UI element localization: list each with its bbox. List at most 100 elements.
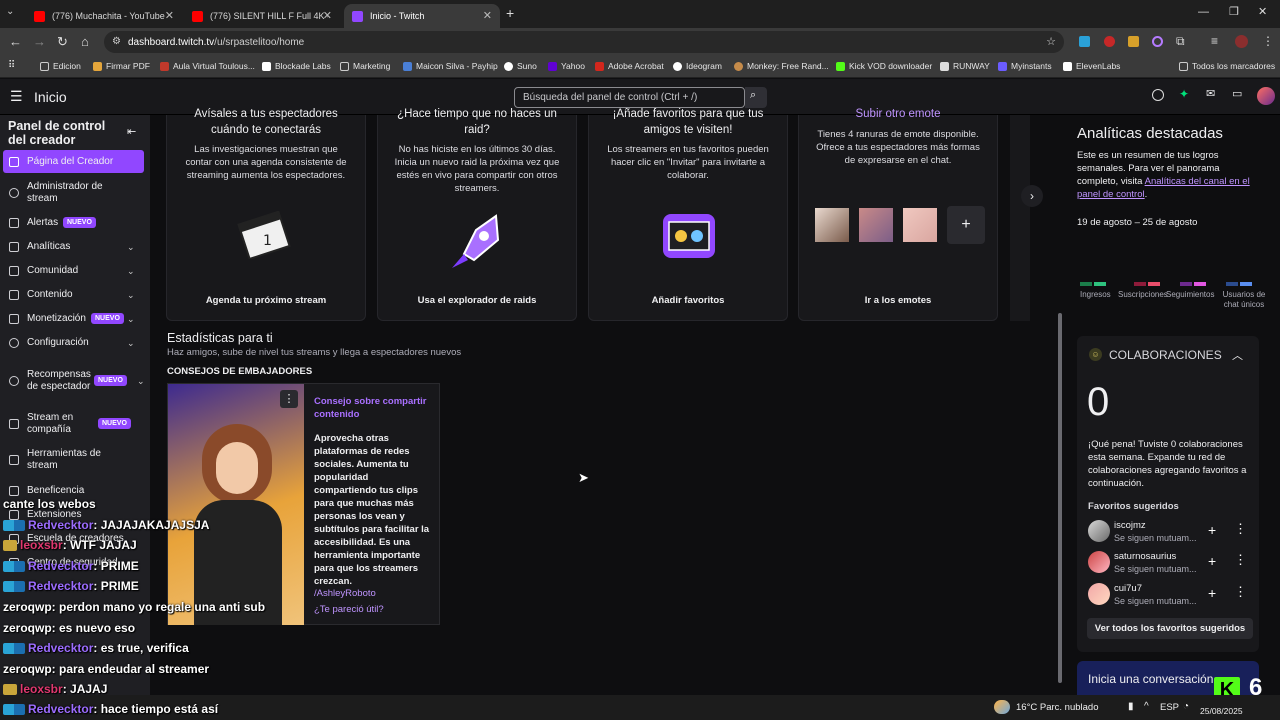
browser-tab-strip: ⌄ (776) Muchachita - YouTube ✕ (776) SIL… — [0, 0, 1280, 28]
sidebar-item-guest-star[interactable]: Stream en compañía NUEVO — [0, 411, 150, 437]
bookmark-item[interactable]: Ideogram — [673, 61, 722, 71]
see-all-suggested-button[interactable]: Ver todos los favoritos sugeridos — [1087, 618, 1253, 639]
site-info-icon[interactable]: ⚙ — [112, 36, 121, 47]
hamburger-icon[interactable]: ☰ — [10, 88, 23, 105]
tab-youtube-1[interactable]: (776) Muchachita - YouTube ✕ — [26, 4, 182, 28]
sparkle-icon[interactable]: ✦ — [1179, 87, 1189, 101]
suggested-favorite[interactable]: iscojmz Se siguen mutuam... + ⋮ — [1088, 520, 1258, 548]
reload-icon[interactable]: ↻ — [57, 34, 68, 50]
bookmark-item[interactable]: Aula Virtual Toulous... — [160, 61, 255, 71]
suggested-favorite[interactable]: cui7u7 Se siguen mutuam... + ⋮ — [1088, 583, 1258, 611]
suggested-favorite[interactable]: saturnosaurius Se siguen mutuam... + ⋮ — [1088, 551, 1258, 579]
chat-badge — [3, 519, 25, 531]
inbox-icon[interactable]: ✉ — [1206, 87, 1215, 100]
address-bar[interactable]: ⚙ dashboard.twitch.tv/u/srpastelitoo/hom… — [104, 31, 1064, 53]
chevron-up-icon[interactable]: ^ — [1144, 701, 1149, 712]
add-favorite-button[interactable]: + — [1208, 522, 1216, 538]
extension-icon[interactable] — [1152, 36, 1163, 47]
apps-icon[interactable]: ⠿ — [8, 60, 15, 71]
chat-badge — [3, 580, 25, 592]
tab-twitch[interactable]: Inicio - Twitch ✕ — [344, 4, 500, 28]
sidebar-item-settings[interactable]: Configuración ⌄ — [0, 336, 150, 350]
whisper-icon[interactable]: ▭ — [1232, 87, 1242, 100]
bookmark-item[interactable]: Firmar PDF — [93, 61, 150, 71]
tab-search-icon[interactable]: ⌄ — [6, 6, 14, 17]
add-favorites-button[interactable]: Añadir favoritos — [642, 290, 735, 311]
sidebar-item-monetization[interactable]: Monetización NUEVO ⌄ — [0, 312, 150, 326]
sidebar-item-analytics[interactable]: Analíticas ⌄ — [0, 240, 150, 254]
sidebar-item-content[interactable]: Contenido ⌄ — [0, 288, 150, 302]
schedule-button[interactable]: Agenda tu próximo stream — [196, 290, 336, 311]
bookmark-item[interactable]: RUNWAY — [940, 61, 990, 71]
close-icon[interactable]: ✕ — [483, 9, 492, 22]
extension-icon[interactable] — [1079, 36, 1090, 47]
menu-icon[interactable]: ⋮ — [1262, 34, 1274, 48]
sidebar-item-creator-page[interactable]: Página del Creador — [3, 150, 144, 173]
more-options-icon[interactable]: ⋮ — [280, 390, 298, 408]
language-indicator[interactable]: ESP — [1160, 702, 1179, 713]
extension-icon[interactable] — [1104, 36, 1115, 47]
more-options-icon[interactable]: ⋮ — [1234, 521, 1247, 537]
mic-icon[interactable]: ▮ — [1128, 701, 1134, 712]
more-options-icon[interactable]: ⋮ — [1234, 552, 1247, 568]
new-tab-button[interactable]: + — [506, 5, 514, 21]
sidebar-item-community[interactable]: Comunidad ⌄ — [0, 264, 150, 278]
taskbar-date[interactable]: 25/08/2025 — [1200, 706, 1243, 716]
sidebar-item-alerts[interactable]: Alertas NUEVO — [0, 216, 150, 230]
sidebar-item-charity[interactable]: Beneficencia — [0, 484, 150, 498]
go-to-emotes-button[interactable]: Ir a los emotes — [855, 290, 942, 311]
chevron-up-icon[interactable]: ︿ — [1232, 347, 1243, 363]
tip-feedback-link[interactable]: ¿Te pareció útil? — [314, 604, 384, 615]
tip-title[interactable]: Consejo sobre compartir contenido — [314, 395, 432, 421]
search-button[interactable]: ⌕ — [745, 87, 767, 108]
maximize-button[interactable]: ❐ — [1229, 5, 1239, 18]
bookmark-item[interactable]: Yahoo — [548, 61, 585, 71]
sidebar-item-stream-tools[interactable]: Herramientas de stream — [0, 447, 150, 473]
back-icon[interactable]: ← — [9, 34, 22, 49]
carousel-next-button[interactable]: › — [1021, 185, 1043, 207]
bookmark-item[interactable]: ElevenLabs — [1063, 61, 1120, 71]
conversation-title: Inicia una conversación — [1088, 672, 1214, 686]
weather-text[interactable]: 16°C Parc. nublado — [1016, 702, 1099, 713]
add-favorite-button[interactable]: + — [1208, 553, 1216, 569]
bookmark-item[interactable]: Edicion — [40, 61, 81, 71]
scrollbar-thumb[interactable] — [1058, 313, 1062, 683]
wifi-icon[interactable]: ◔ — [1183, 701, 1189, 712]
tip-author[interactable]: /AshleyRoboto — [314, 588, 376, 599]
help-icon[interactable] — [1152, 89, 1164, 101]
add-emote-button[interactable]: + — [947, 206, 985, 244]
sidebar-item-viewer-rewards[interactable]: Recompensas de espectador NUEVO ⌄ — [0, 361, 150, 401]
dashboard-search-input[interactable]: Búsqueda del panel de control (Ctrl + /) — [514, 87, 745, 108]
bookmark-item[interactable]: Maicon Silva - Payhip — [403, 61, 498, 71]
puzzle-icon[interactable]: ⧉ — [1176, 34, 1185, 49]
add-favorite-button[interactable]: + — [1208, 585, 1216, 601]
tab-youtube-2[interactable]: (776) SILENT HILL F Full 4K Gam ✕ — [184, 4, 340, 28]
bookmark-item[interactable]: Kick VOD downloader — [836, 61, 932, 71]
minimize-button[interactable]: — — [1198, 6, 1209, 18]
home-icon[interactable]: ⌂ — [81, 34, 89, 49]
profile-avatar[interactable] — [1235, 35, 1248, 48]
bookmark-item[interactable]: Marketing — [340, 61, 390, 71]
chat-message: zeroqwp: es nuevo eso — [3, 621, 136, 635]
bookmark-item[interactable]: Blockade Labs — [262, 61, 331, 71]
close-icon[interactable]: ✕ — [165, 9, 174, 22]
user-avatar[interactable] — [1257, 87, 1275, 105]
legend-swatch — [1194, 282, 1206, 286]
bookmark-item[interactable]: Suno — [504, 61, 537, 71]
forward-icon[interactable]: → — [33, 34, 46, 49]
bookmark-item[interactable]: Adobe Acrobat — [595, 61, 664, 71]
extension-icon[interactable] — [1128, 36, 1139, 47]
media-icon[interactable]: ≡ — [1211, 34, 1218, 48]
scrollbar[interactable] — [1057, 118, 1063, 688]
more-options-icon[interactable]: ⋮ — [1234, 584, 1247, 600]
close-window-button[interactable]: ✕ — [1258, 5, 1267, 18]
close-icon[interactable]: ✕ — [323, 9, 332, 22]
sidebar-item-stream-manager[interactable]: Administrador de stream — [0, 180, 150, 206]
all-bookmarks[interactable]: Todos los marcadores — [1179, 61, 1275, 71]
home-title[interactable]: Inicio — [34, 89, 67, 105]
collapse-sidebar-icon[interactable]: ⇤ — [127, 125, 136, 138]
raid-explorer-button[interactable]: Usa el explorador de raids — [408, 290, 547, 311]
bookmark-item[interactable]: Monkey: Free Rand... — [734, 61, 829, 71]
bookmark-star-icon[interactable]: ☆ — [1046, 35, 1056, 48]
bookmark-item[interactable]: Myinstants — [998, 61, 1052, 71]
